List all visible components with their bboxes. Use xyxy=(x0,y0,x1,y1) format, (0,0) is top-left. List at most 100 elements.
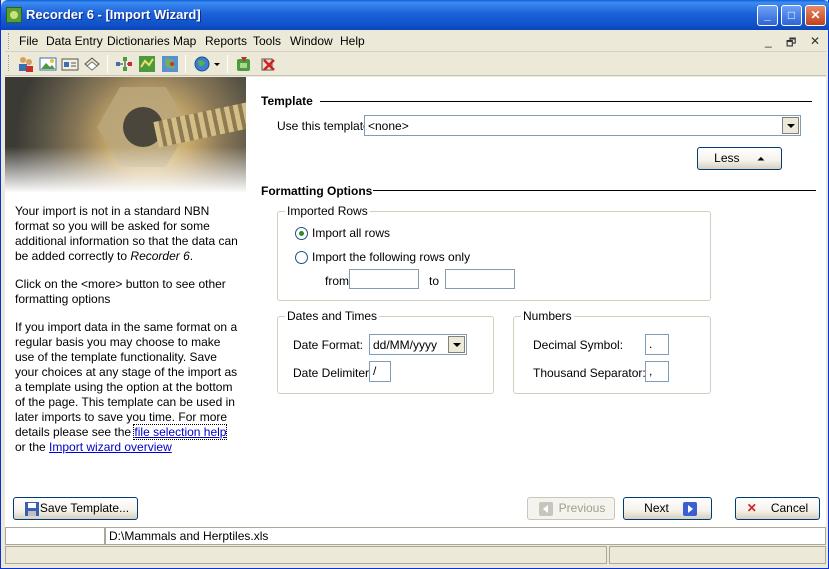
status-panel-file: D:\Mammals and Herptiles.xls xyxy=(105,527,826,545)
card-icon[interactable] xyxy=(61,55,79,73)
main-toolbar xyxy=(5,52,826,76)
to-label: to xyxy=(429,274,440,288)
mdi-close-icon[interactable]: ✕ xyxy=(810,34,820,48)
numbers-group: Numbers Decimal Symbol: . Thousand Separ… xyxy=(513,309,711,394)
globe-icon[interactable] xyxy=(193,55,211,73)
dropdown-arrow-icon[interactable] xyxy=(212,55,222,73)
maximize-button[interactable]: □ xyxy=(781,5,802,26)
info-paragraph-format: Your import is not in a standard NBN for… xyxy=(15,204,240,264)
menu-file[interactable]: File xyxy=(19,34,38,48)
use-template-label: Use this template: xyxy=(277,119,374,133)
info-text-period: . xyxy=(189,249,194,263)
menu-reports[interactable]: Reports xyxy=(205,34,247,48)
date-delimiter-label: Date Delimiter: xyxy=(293,366,373,380)
date-format-select[interactable]: dd/MM/yyyy xyxy=(369,334,467,355)
date-delimiter-input[interactable]: / xyxy=(369,361,391,382)
hierarchy-icon[interactable] xyxy=(115,55,133,73)
imported-rows-legend: Imported Rows xyxy=(285,204,370,218)
formatting-section-title: Formatting Options xyxy=(261,184,373,198)
previous-label: Previous xyxy=(558,501,606,515)
map-icon[interactable] xyxy=(161,55,179,73)
arrow-right-icon xyxy=(683,502,697,516)
previous-button[interactable]: Previous xyxy=(527,497,615,520)
recorder-app-icon[interactable] xyxy=(6,7,22,23)
menu-map[interactable]: Map xyxy=(173,34,196,48)
close-button[interactable]: ✕ xyxy=(805,5,826,26)
minimize-button[interactable]: _ xyxy=(757,5,778,26)
dates-times-legend: Dates and Times xyxy=(285,309,380,323)
import-following-rows-radio[interactable] xyxy=(295,251,308,264)
decimal-symbol-input[interactable]: . xyxy=(645,334,669,355)
from-label: from xyxy=(325,274,349,288)
import-icon[interactable] xyxy=(235,55,253,73)
info-paragraph-more: Click on the <more> button to see other … xyxy=(15,277,226,306)
recorders-icon[interactable] xyxy=(17,55,35,73)
less-button-label: Less xyxy=(714,151,740,165)
thousand-separator-label: Thousand Separator: xyxy=(533,366,646,380)
decimal-symbol-label: Decimal Symbol: xyxy=(533,338,624,352)
close-icon: ✕ xyxy=(810,8,821,22)
locations-icon[interactable] xyxy=(138,55,156,73)
template-select[interactable]: <none> xyxy=(364,115,801,136)
chevron-down-icon[interactable] xyxy=(782,117,799,134)
cancel-import-icon[interactable] xyxy=(259,55,277,73)
toolbar-separator xyxy=(227,55,228,73)
mdi-restore-icon[interactable]: 🗗 xyxy=(786,34,796,53)
status-panel-main xyxy=(5,546,607,564)
info-text-or: or the xyxy=(15,440,50,454)
formatting-section-rule xyxy=(373,190,816,191)
toolbar-separator xyxy=(107,55,108,73)
mdi-minimize-icon[interactable]: _ xyxy=(765,34,772,48)
thousand-separator-input[interactable]: , xyxy=(645,361,669,382)
wizard-main-panel: Template Use this template: <none> Less … xyxy=(246,77,826,496)
status-panel-empty xyxy=(5,527,105,545)
status-panel-progress xyxy=(609,546,826,564)
dates-times-group: Dates and Times Date Format: dd/MM/yyyy … xyxy=(277,309,494,394)
import-all-rows-label[interactable]: Import all rows xyxy=(312,226,390,240)
cancel-x-icon: ✕ xyxy=(746,501,757,515)
info-app-name: Recorder 6 xyxy=(130,249,190,263)
menu-help[interactable]: Help xyxy=(340,34,365,48)
banner-fade xyxy=(5,77,246,193)
less-button[interactable]: Less ⏶ xyxy=(697,147,782,170)
date-delimiter-value: / xyxy=(373,364,377,378)
documents-icon[interactable] xyxy=(83,55,101,73)
thousand-separator-value: , xyxy=(649,364,653,378)
from-row-input[interactable] xyxy=(349,269,419,289)
file-selection-help-link[interactable]: file selection help xyxy=(133,424,228,440)
import-all-rows-radio[interactable] xyxy=(295,227,308,240)
app-window: Recorder 6 - [Import Wizard] _ □ ✕ File … xyxy=(0,0,829,569)
toolbar-grip[interactable] xyxy=(8,55,11,71)
next-button[interactable]: Next xyxy=(623,497,712,520)
double-chevron-up-icon: ⏶ xyxy=(756,154,765,165)
menu-grip[interactable] xyxy=(8,33,11,49)
save-template-label: Save Template... xyxy=(39,501,130,515)
chevron-down-icon[interactable] xyxy=(448,336,465,353)
wizard-sidebar: Your import is not in a standard NBN for… xyxy=(5,77,246,527)
toolbar-separator xyxy=(185,55,186,73)
menu-tools[interactable]: Tools xyxy=(253,34,281,48)
date-format-value: dd/MM/yyyy xyxy=(373,338,438,352)
decimal-symbol-value: . xyxy=(649,337,653,351)
next-label: Next xyxy=(644,501,669,515)
minimize-icon: _ xyxy=(764,8,771,22)
info-text-format: Your import is not in a standard NBN for… xyxy=(15,204,238,263)
wizard-button-bar: Save Template... Previous Next ✕ Cancel xyxy=(5,496,826,527)
save-template-button[interactable]: Save Template... xyxy=(13,497,138,520)
import-wizard-overview-link[interactable]: Import wizard overview xyxy=(49,440,172,454)
picture-icon[interactable] xyxy=(39,55,57,73)
cancel-button[interactable]: ✕ Cancel xyxy=(735,497,820,520)
title-bar[interactable]: Recorder 6 - [Import Wizard] _ □ ✕ xyxy=(1,0,829,30)
menu-window[interactable]: Window xyxy=(290,34,333,48)
template-select-value: <none> xyxy=(368,119,409,133)
wizard-banner-image xyxy=(5,77,246,193)
menu-data-entry[interactable]: Data Entry xyxy=(46,34,103,48)
menu-bar: File Data Entry Dictionaries Map Reports… xyxy=(5,30,826,52)
status-bar: D:\Mammals and Herptiles.xls xyxy=(5,527,826,565)
import-following-rows-label[interactable]: Import the following rows only xyxy=(312,250,470,264)
cancel-label: Cancel xyxy=(770,501,809,515)
menu-dictionaries[interactable]: Dictionaries xyxy=(107,34,170,48)
to-row-input[interactable] xyxy=(445,269,515,289)
numbers-legend: Numbers xyxy=(521,309,574,323)
status-file-path: D:\Mammals and Herptiles.xls xyxy=(109,529,269,543)
